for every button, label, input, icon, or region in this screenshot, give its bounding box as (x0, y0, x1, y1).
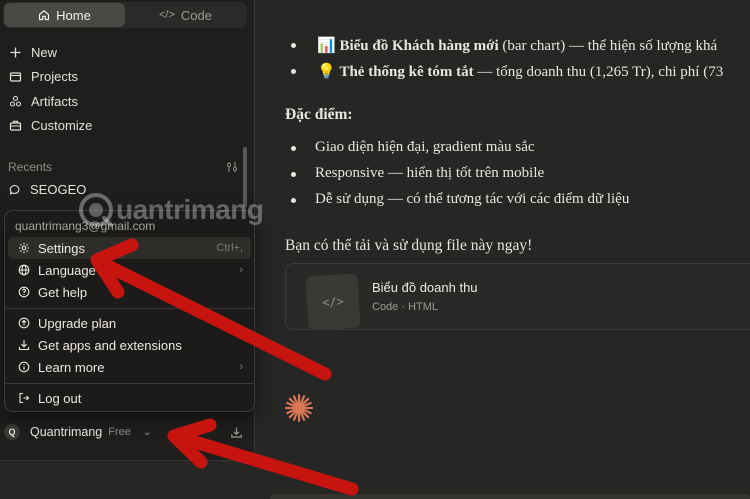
download-icon (18, 340, 30, 351)
menu-item-settings[interactable]: Settings Ctrl+, (8, 237, 251, 259)
account-menu: quantrimang3@gmail.com Settings Ctrl+, L… (4, 210, 255, 412)
artifacts-icon (9, 95, 22, 107)
bullet-dot (291, 172, 296, 177)
sidebar-nav: New Projects Artifacts Customize (0, 40, 255, 138)
sidebar-item-label: New (31, 44, 58, 60)
account-footer[interactable]: Q Quantrimang Free ⌄ (4, 422, 249, 442)
summary-bullet-stats: 💡 Thẻ thống kê tóm tắt — tổng doanh thu … (317, 62, 723, 81)
menu-item-label: Learn more (38, 359, 105, 375)
sidebar-scrollbar[interactable] (243, 147, 247, 207)
recent-chat-item[interactable]: SEOGEO (9, 182, 86, 197)
menu-divider (5, 308, 254, 309)
gear-icon (18, 242, 30, 254)
bullet-dot (291, 43, 296, 48)
features-heading: Đặc điểm: (285, 106, 353, 123)
menu-item-label: Log out (38, 390, 82, 406)
upgrade-icon (18, 317, 30, 329)
mode-home-label: Home (56, 7, 91, 23)
artifact-subtitle: Code · HTML (372, 301, 439, 313)
sidebar-item-projects[interactable]: Projects (0, 65, 255, 90)
menu-item-label: Language (38, 262, 96, 278)
mode-code-label: Code (180, 7, 212, 23)
sidebar-item-customize[interactable]: Customize (0, 114, 255, 139)
mode-home-button[interactable]: Home (4, 3, 125, 27)
recents-label: Recents (8, 160, 53, 174)
menu-item-log-out[interactable]: Log out (8, 387, 251, 409)
sidebar-item-label: Projects (31, 69, 78, 85)
chat-content: 📊 Biểu đồ Khách hàng mới (bar chart) — t… (255, 0, 750, 499)
help-icon (18, 286, 30, 298)
composer-edge (270, 494, 750, 499)
closing-text: Bạn có thể tải và sử dụng file này ngay! (285, 237, 533, 254)
bullet-bold-text: Thẻ thống kê tóm tắt (339, 64, 474, 80)
folder-icon (9, 72, 22, 82)
logout-icon (19, 392, 30, 404)
mode-code-button[interactable]: </> Code (125, 3, 246, 27)
chevron-down-icon: ⌄ (142, 426, 152, 438)
bullet-text: (bar chart) — thể hiện số lượng khá (498, 38, 718, 54)
menu-item-get-apps[interactable]: Get apps and extensions (8, 334, 251, 356)
artifact-card[interactable]: </> Biểu đồ doanh thu Code · HTML (285, 263, 750, 331)
download-app-icon[interactable] (230, 426, 243, 439)
menu-item-label: Settings (38, 240, 85, 256)
briefcase-icon (9, 121, 22, 131)
info-icon (18, 361, 30, 373)
lightbulb-emoji: 💡 (317, 64, 336, 80)
sidebar-item-new[interactable]: New (0, 40, 255, 65)
chat-bubble-icon (9, 184, 20, 195)
feature-item: Responsive — hiển thị tốt trên mobile (315, 165, 545, 181)
recent-chat-label: SEOGEO (30, 182, 87, 197)
artifact-title: Biểu đồ doanh thu (372, 280, 478, 295)
filter-icon[interactable] (226, 161, 238, 173)
mode-switcher: Home </> Code (3, 2, 247, 28)
globe-icon (18, 264, 30, 276)
plus-icon (10, 47, 21, 58)
sidebar-item-label: Artifacts (31, 93, 78, 109)
settings-shortcut: Ctrl+, (216, 242, 243, 254)
menu-item-label: Upgrade plan (38, 315, 117, 331)
chart-emoji: 📊 (317, 38, 336, 54)
bullet-text: — tổng doanh thu (1,265 Tr), chi phí (73 (473, 64, 724, 80)
menu-item-get-help[interactable]: Get help (8, 281, 251, 303)
menu-divider (5, 383, 254, 384)
recents-header: Recents (8, 160, 238, 174)
sidebar-item-artifacts[interactable]: Artifacts (0, 89, 255, 114)
bullet-dot (291, 69, 296, 74)
code-icon: </> (159, 9, 175, 21)
feature-item: Giao diện hiện đại, gradient màu sắc (315, 139, 535, 155)
chevron-right-icon: › (239, 264, 243, 276)
account-name: Quantrimang (30, 425, 103, 439)
menu-item-label: Get help (38, 284, 88, 300)
avatar: Q (4, 424, 20, 440)
plan-badge: Free (108, 426, 131, 438)
summary-bullet-chart: 📊 Biểu đồ Khách hàng mới (bar chart) — t… (317, 36, 717, 55)
sidebar-item-label: Customize (31, 118, 93, 134)
bullet-bold-text: Biểu đồ Khách hàng mới (339, 38, 499, 54)
claude-spark-icon (284, 393, 314, 423)
account-email: quantrimang3@gmail.com (15, 219, 156, 233)
feature-item: Dễ sử dụng — có thể tương tác với các đi… (315, 191, 630, 207)
code-file-icon: </> (305, 273, 361, 331)
menu-item-learn-more[interactable]: Learn more › (8, 356, 251, 378)
chevron-right-icon: › (239, 361, 243, 373)
home-icon (39, 10, 50, 21)
bullet-dot (291, 146, 296, 151)
bullet-dot (291, 198, 296, 203)
menu-item-upgrade-plan[interactable]: Upgrade plan (8, 312, 251, 334)
menu-item-label: Get apps and extensions (38, 337, 182, 353)
menu-item-language[interactable]: Language › (8, 259, 251, 281)
